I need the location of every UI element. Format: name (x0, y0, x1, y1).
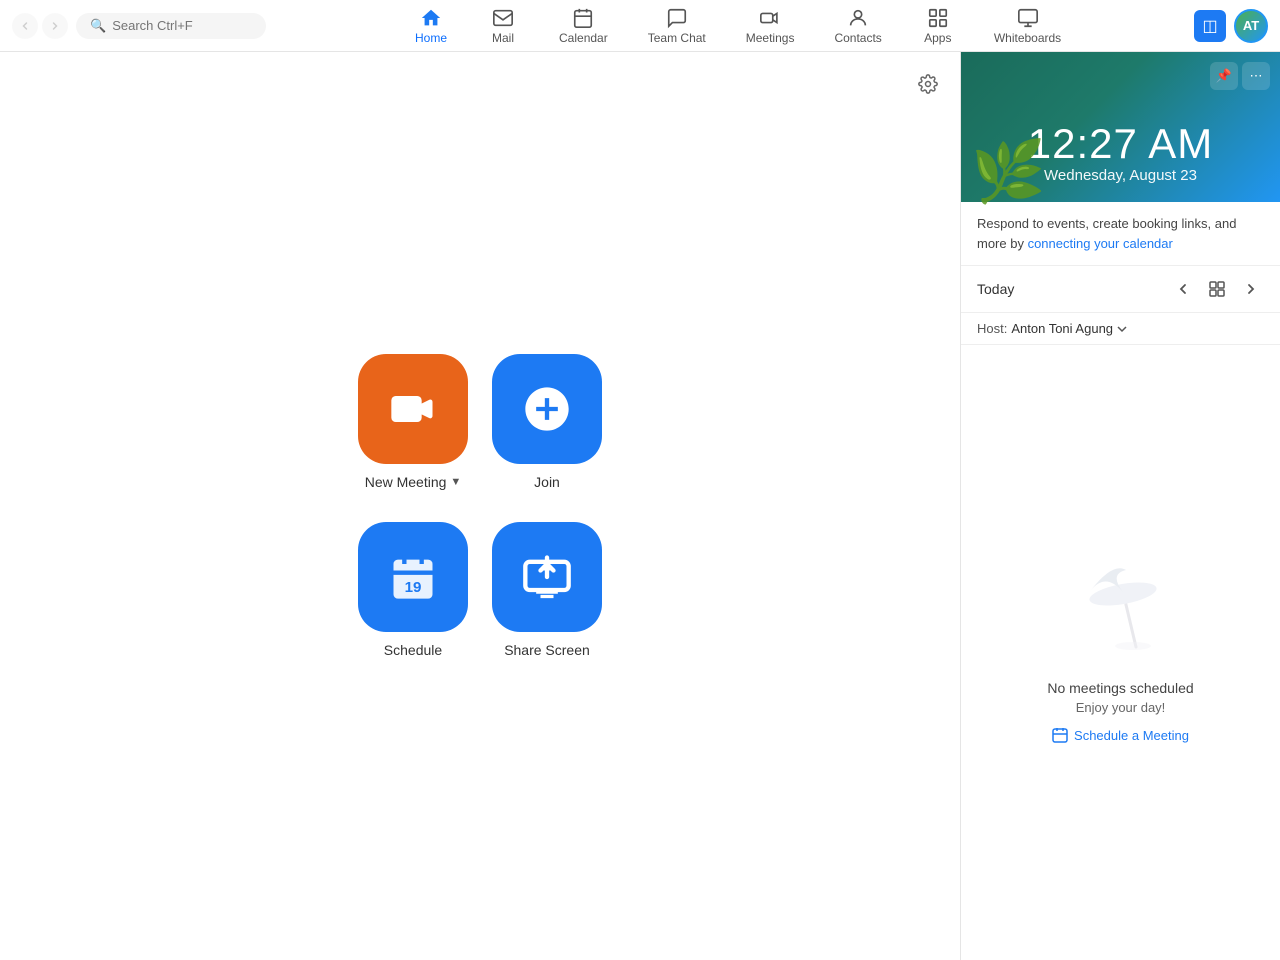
nav-label-mail: Mail (492, 31, 514, 45)
actions-grid: New Meeting ▼ Join 19 Schedule (358, 354, 602, 658)
join-label: Join (534, 474, 560, 490)
host-row: Host: Anton Toni Agung (961, 313, 1280, 345)
calendar-info: Respond to events, create booking links,… (961, 202, 1280, 266)
nav-label-meetings: Meetings (746, 31, 795, 45)
no-meetings-subtitle: Enjoy your day! (1076, 700, 1166, 715)
connect-calendar-link[interactable]: connecting your calendar (1028, 236, 1173, 251)
cal-grid-view-button[interactable] (1204, 276, 1230, 302)
back-button[interactable] (12, 13, 38, 39)
host-name-select[interactable]: Anton Toni Agung (1011, 321, 1129, 336)
nav-item-home[interactable]: Home (399, 3, 463, 49)
schedule-meeting-link[interactable]: Schedule a Meeting (1052, 727, 1189, 743)
today-label: Today (977, 281, 1162, 297)
nav-item-calendar[interactable]: Calendar (543, 3, 624, 49)
no-meetings-section: No meetings scheduled Enjoy your day! Sc… (961, 345, 1280, 960)
settings-button[interactable] (912, 68, 944, 100)
new-meeting-chevron: ▼ (450, 476, 461, 488)
search-icon: 🔍 (90, 18, 106, 34)
nav-label-apps: Apps (924, 31, 951, 45)
content-area: New Meeting ▼ Join 19 Schedule (0, 52, 960, 960)
chevron-down-icon (1115, 322, 1129, 336)
nav-item-team-chat[interactable]: Team Chat (632, 3, 722, 49)
cal-prev-button[interactable] (1170, 276, 1196, 302)
forward-button[interactable] (42, 13, 68, 39)
action-new-meeting[interactable]: New Meeting ▼ (358, 354, 468, 490)
nav-label-home: Home (415, 31, 447, 45)
svg-text:19: 19 (405, 579, 422, 596)
search-bar[interactable]: 🔍 (76, 13, 266, 39)
nav-right-actions: ◫ AT (1194, 9, 1268, 43)
new-meeting-button[interactable] (358, 354, 468, 464)
calendar-banner: 📌 ⋯ 🌿 12:27 AM Wednesday, August 23 (961, 52, 1280, 202)
cal-next-button[interactable] (1238, 276, 1264, 302)
nav-label-contacts: Contacts (834, 31, 881, 45)
nav-label-team-chat: Team Chat (648, 31, 706, 45)
action-schedule[interactable]: 19 Schedule (358, 522, 468, 658)
clock-date: Wednesday, August 23 (977, 167, 1264, 184)
nav-label-calendar: Calendar (559, 31, 608, 45)
nav-item-whiteboards[interactable]: Whiteboards (978, 3, 1077, 49)
split-view-button[interactable]: ◫ (1194, 10, 1226, 42)
action-join[interactable]: Join (492, 354, 602, 490)
back-forward-group (12, 13, 68, 39)
calendar-nav: Today (961, 266, 1280, 313)
nav-item-apps[interactable]: Apps (906, 3, 970, 49)
calendar-info-text: Respond to events, create booking links,… (977, 214, 1264, 253)
calendar-more-button[interactable]: ⋯ (1242, 62, 1270, 90)
share-screen-label: Share Screen (504, 642, 590, 658)
no-meetings-illustration (1071, 562, 1171, 668)
host-label: Host: (977, 321, 1007, 336)
schedule-meeting-icon (1052, 727, 1068, 743)
nav-label-whiteboards: Whiteboards (994, 31, 1061, 45)
new-meeting-label: New Meeting ▼ (365, 474, 462, 490)
schedule-button[interactable]: 19 (358, 522, 468, 632)
search-input[interactable] (112, 18, 252, 33)
main-layout: New Meeting ▼ Join 19 Schedule (0, 52, 1280, 960)
schedule-label: Schedule (384, 642, 442, 658)
nav-items: Home Mail Calendar Team Chat Meetings Co… (282, 3, 1194, 49)
sidebar: 📌 ⋯ 🌿 12:27 AM Wednesday, August 23 Resp… (960, 52, 1280, 960)
nav-item-contacts[interactable]: Contacts (818, 3, 897, 49)
nav-item-mail[interactable]: Mail (471, 3, 535, 49)
share-screen-button[interactable] (492, 522, 602, 632)
action-share-screen[interactable]: Share Screen (492, 522, 602, 658)
nav-item-meetings[interactable]: Meetings (730, 3, 811, 49)
calendar-pin-button[interactable]: 📌 (1210, 62, 1238, 90)
join-button[interactable] (492, 354, 602, 464)
top-navigation: 🔍 Home Mail Calendar Team Chat Meetings (0, 0, 1280, 52)
calendar-header-actions: 📌 ⋯ (1210, 62, 1270, 90)
no-meetings-title: No meetings scheduled (1047, 680, 1193, 696)
avatar[interactable]: AT (1234, 9, 1268, 43)
host-name: Anton Toni Agung (1011, 321, 1113, 336)
